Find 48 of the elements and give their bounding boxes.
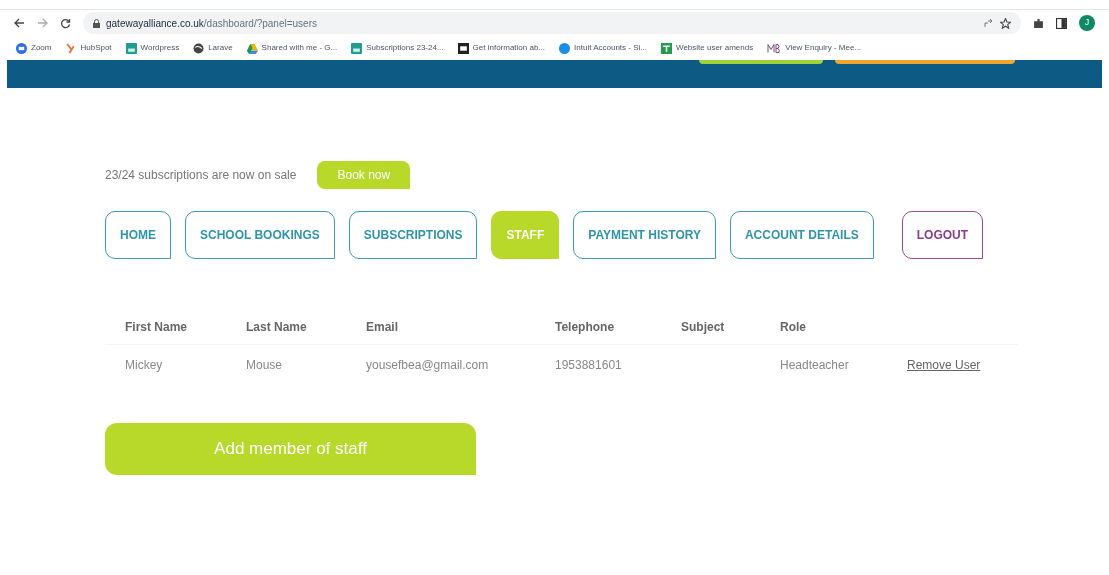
lock-icon xyxy=(93,18,100,28)
bookmark-icon xyxy=(193,42,205,54)
bookmark-icon xyxy=(559,42,571,54)
bookmark-link[interactable]: Larave xyxy=(208,42,233,54)
bookmark-link[interactable]: Intuit Accounts - Si... xyxy=(574,42,647,54)
column-header: Subject xyxy=(681,318,726,336)
bookmark-icon xyxy=(457,42,469,54)
bookmark-icon xyxy=(246,42,258,54)
table-cell-text: yousefbea@gmail.com xyxy=(366,357,490,374)
bookmark-icon xyxy=(767,42,782,54)
back-icon[interactable] xyxy=(14,18,25,28)
bookmark-link[interactable]: Website user amends xyxy=(675,42,754,54)
nav-tab[interactable]: SCHOOL BOOKINGS xyxy=(185,211,335,259)
column-header: Last Name xyxy=(246,318,308,336)
bookmark-link[interactable]: Get information ab... xyxy=(472,42,546,54)
star-icon[interactable] xyxy=(1000,17,1011,29)
nav-tab[interactable]: HOME xyxy=(105,211,171,259)
bookmark-link[interactable]: Wordpress xyxy=(140,42,180,54)
share-icon[interactable] xyxy=(984,18,994,28)
table-cell-text: Mouse xyxy=(246,357,284,374)
bookmark-link[interactable]: HubSpot xyxy=(80,42,112,54)
column-header: Telephone xyxy=(555,318,616,336)
bookmark-link[interactable]: Subscriptions 23-24... xyxy=(366,42,444,54)
bookmark-icon xyxy=(660,42,672,54)
nav-tab[interactable]: LOGOUT xyxy=(901,211,984,259)
bookmark-icon xyxy=(65,42,77,54)
promo-text: 23/24 subscriptions are now on sale xyxy=(105,167,297,184)
address-bar[interactable]: gatewayalliance.co.uk/dashboard/?panel=users xyxy=(83,12,1021,34)
nav-tab[interactable]: PAYMENT HISTORY xyxy=(573,211,716,259)
table-cell-text: Headteacher xyxy=(780,357,850,374)
bookmark-link[interactable]: View Enquiry - Mee... xyxy=(785,42,862,54)
reload-icon[interactable] xyxy=(60,17,71,29)
side-panel-icon[interactable] xyxy=(1056,17,1067,29)
bookmark-link[interactable]: Zoom xyxy=(31,42,52,54)
bookmark-icon xyxy=(125,42,137,54)
remove-user-link[interactable]: Remove User xyxy=(907,356,981,374)
nav-tab[interactable]: ACCOUNT DETAILS xyxy=(729,211,874,259)
column-header: Role xyxy=(780,318,807,336)
column-header: First Name xyxy=(125,318,189,336)
table-cell-text: Mickey xyxy=(125,357,164,374)
nav-tab[interactable]: SUBSCRIPTIONS xyxy=(348,211,478,259)
bookmark-icon xyxy=(351,42,363,54)
bookmark-icon xyxy=(16,42,27,54)
url-text: gatewayalliance.co.uk/dashboard/?panel=users xyxy=(106,16,317,31)
table-cell-text: 1953881601 xyxy=(555,357,623,374)
bookmark-link[interactable]: Shared with me - G... xyxy=(261,42,338,54)
column-header: Email xyxy=(366,318,399,336)
profile-avatar[interactable]: J xyxy=(1079,15,1095,31)
